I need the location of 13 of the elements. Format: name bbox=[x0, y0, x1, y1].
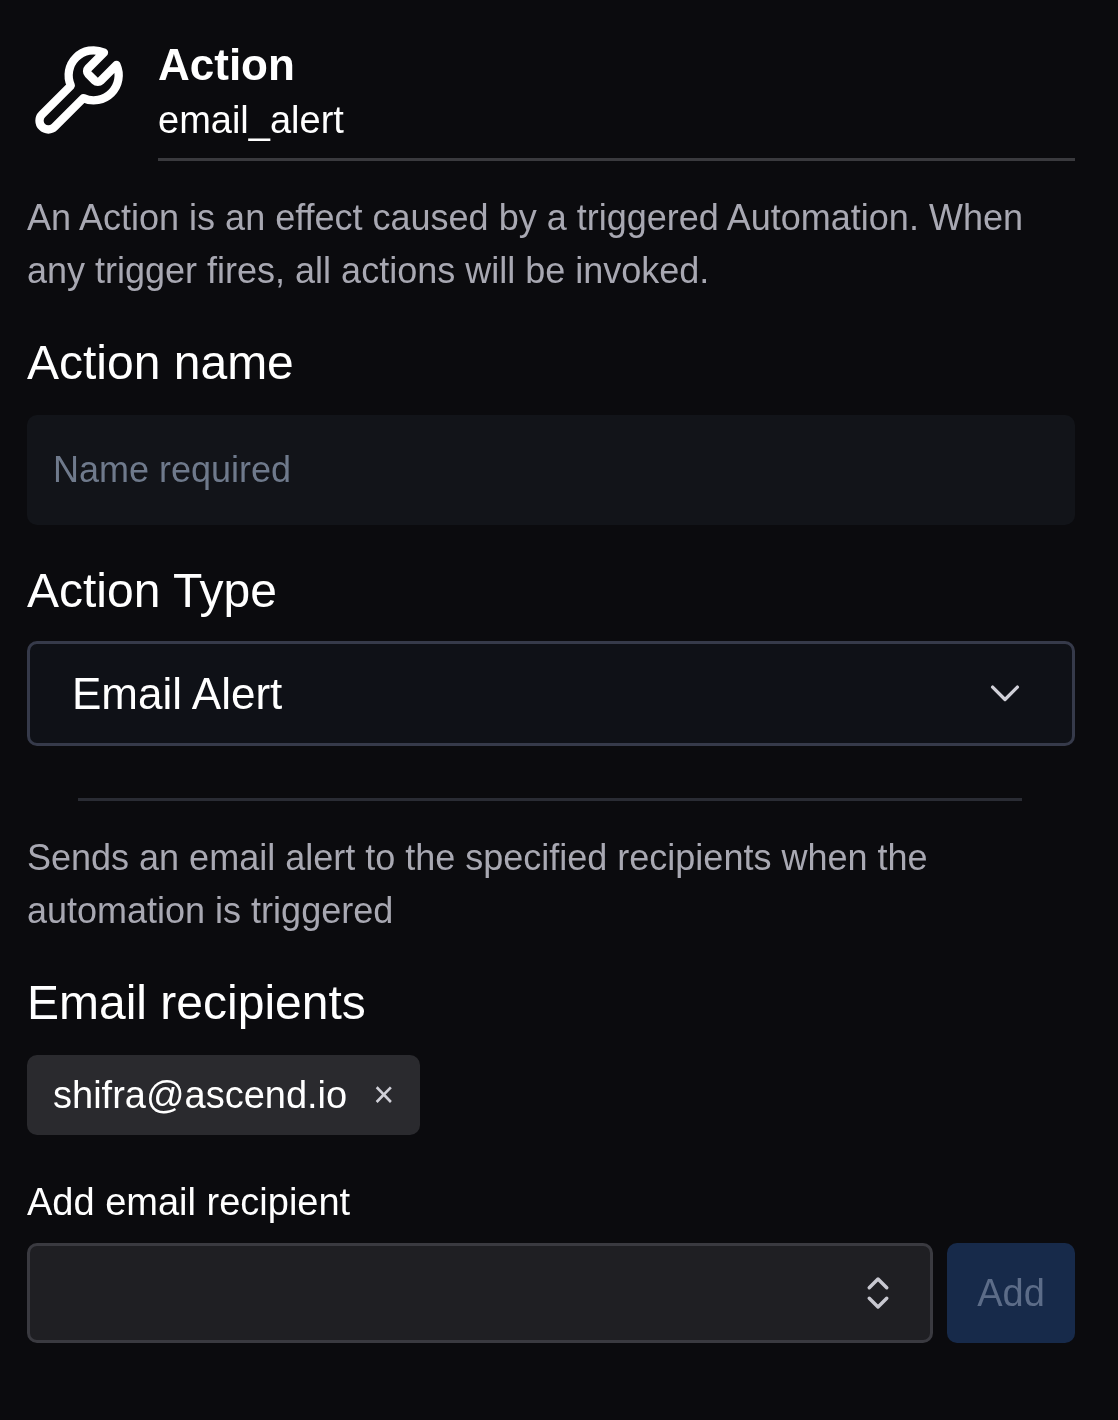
action-id: email_alert bbox=[158, 98, 345, 143]
name-field[interactable]: Name required bbox=[27, 415, 1075, 525]
field-label: Add email recipient bbox=[27, 1180, 352, 1225]
description-text: Sends an email alert to the specified recipients when the automation is triggered bbox=[27, 836, 929, 933]
description-text: An Action is an effect caused by a triggered Automation. When any trigger fires, all actions will be invoked. bbox=[27, 196, 1024, 293]
recipient-email: shifra@ascend.io bbox=[53, 1073, 348, 1117]
remove-button[interactable]: × bbox=[373, 1074, 395, 1116]
recipient-field[interactable] bbox=[27, 1243, 933, 1343]
field-label: Action Type bbox=[27, 563, 278, 619]
field-label: Action name bbox=[27, 335, 295, 391]
field-label: Email recipients bbox=[27, 975, 367, 1031]
action-type-select[interactable]: Email Alert bbox=[27, 641, 1075, 746]
panel-title: Action bbox=[158, 39, 296, 91]
